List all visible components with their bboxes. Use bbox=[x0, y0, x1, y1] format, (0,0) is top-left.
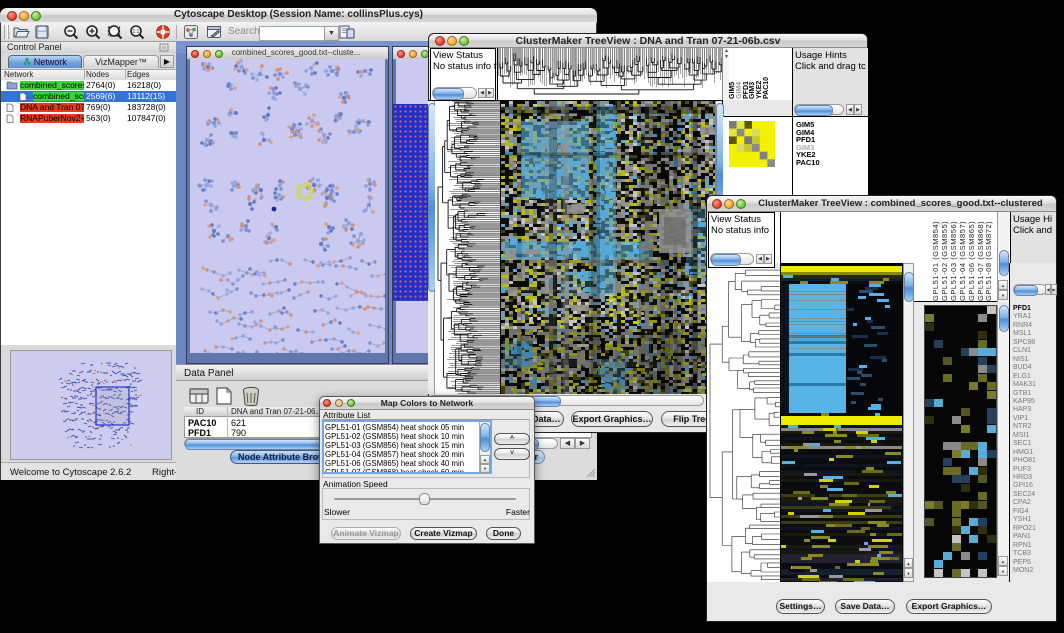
svg-text:1:1: 1:1 bbox=[133, 29, 140, 35]
